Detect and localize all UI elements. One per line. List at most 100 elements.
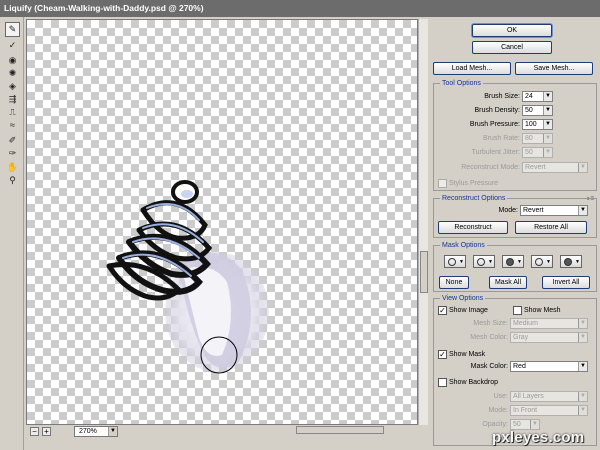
turbulent-jitter-label: Turbulent Jitter:: [471, 149, 520, 156]
mesh-size-select: Medium ▼: [510, 318, 588, 329]
liquified-hand-image: [106, 180, 269, 374]
view-options-group: View Options ✓ Show Image Show Mesh Mesh…: [433, 294, 597, 446]
intersect-selection-button[interactable]: ▼: [531, 255, 553, 268]
show-mesh-label: Show Mesh: [524, 307, 561, 314]
forward-warp-icon[interactable]: ✎: [5, 22, 20, 37]
reconstruct-options-group: Reconstruct Options Mode: Revert ▼ Recons…: [433, 194, 597, 238]
mesh-size-label: Mesh Size:: [473, 320, 508, 327]
window-title: Liquify (Cheam-Walking-with-Daddy.psd @ …: [0, 0, 600, 17]
chevron-down-icon[interactable]: ▼: [543, 106, 552, 115]
chevron-down-icon: ▼: [578, 392, 587, 401]
tool-options-group: Tool Options Brush Size: 24 ▼ Brush Densi…: [433, 79, 597, 191]
push-left-icon[interactable]: ⇶: [6, 93, 19, 106]
zoom-select[interactable]: 270% ▼: [74, 426, 118, 437]
mask-options-group: Mask Options None Mask All Invert All: [433, 241, 597, 292]
watermark: pxleyes.com: [492, 429, 585, 446]
zoom-icon[interactable]: ⚲: [6, 174, 19, 187]
tool-strip: ✎ ✓ ◉ ✺ ◈ ⇶ ⎍ ≈ ✐ ✑ ✋ ⚲: [0, 17, 24, 450]
backdrop-mode-label: Mode:: [488, 407, 508, 414]
thaw-mask-icon[interactable]: ✑: [6, 147, 19, 160]
invert-selection-icon: [564, 258, 572, 266]
stylus-pressure-checkbox: [438, 179, 447, 188]
brush-size-label: Brush Size:: [484, 93, 520, 100]
add-to-selection-button[interactable]: ▼: [473, 255, 495, 268]
freeze-mask-icon[interactable]: ✐: [6, 134, 19, 147]
load-mesh-button[interactable]: Load Mesh...: [433, 62, 511, 75]
reconstruct-button[interactable]: Reconstruct: [438, 221, 508, 234]
turbulent-jitter-field: 50 ▼: [522, 147, 553, 158]
show-backdrop-label: Show Backdrop: [449, 379, 499, 386]
ok-button[interactable]: OK: [472, 24, 552, 37]
turbulence-icon[interactable]: ≈: [6, 119, 19, 132]
subtract-from-selection-button[interactable]: ▼: [502, 255, 524, 268]
preview-canvas[interactable]: [26, 19, 418, 425]
chevron-down-icon[interactable]: ▼: [543, 120, 552, 129]
chevron-down-icon: ▼: [578, 163, 587, 172]
chevron-down-icon[interactable]: ▼: [578, 206, 587, 215]
mask-color-label: Mask Color:: [470, 363, 508, 370]
chevron-down-icon: ▼: [459, 259, 464, 265]
reconstruct-mode-label: Mode:: [498, 207, 518, 214]
vertical-scroll-thumb[interactable]: [420, 251, 428, 293]
invert-selection-button[interactable]: ▼: [560, 255, 582, 268]
chevron-down-icon: ▼: [578, 406, 587, 415]
chevron-down-icon: ▼: [575, 259, 580, 265]
reconstruct-icon[interactable]: ✓: [6, 39, 19, 52]
pucker-icon[interactable]: ✺: [6, 67, 19, 80]
chevron-down-icon: ▼: [578, 319, 587, 328]
chevron-down-icon: ▼: [108, 427, 117, 436]
use-label: Use:: [493, 393, 508, 400]
mesh-color-label: Mesh Color:: [470, 334, 508, 341]
hand-icon[interactable]: ✋: [6, 161, 19, 174]
mirror-icon[interactable]: ⎍: [6, 106, 19, 119]
chevron-down-icon[interactable]: ▼: [543, 92, 552, 101]
show-mask-checkbox[interactable]: ✓: [438, 350, 447, 359]
brush-size-field[interactable]: 24 ▼: [522, 91, 553, 102]
chevron-down-icon: ▼: [546, 259, 551, 265]
brush-rate-field: 80 ▼: [522, 133, 553, 144]
show-image-checkbox[interactable]: ✓: [438, 306, 447, 315]
show-mesh-checkbox[interactable]: [513, 306, 522, 315]
brush-pressure-field[interactable]: 100 ▼: [522, 119, 553, 130]
restore-all-button[interactable]: Restore All: [515, 221, 587, 234]
brush-rate-label: Brush Rate:: [483, 135, 520, 142]
brush-pressure-label: Brush Pressure:: [469, 121, 520, 128]
reconstruct-mode-label: Reconstruct Mode:: [461, 164, 520, 171]
add-to-selection-icon: [477, 258, 485, 266]
vertical-scrollbar[interactable]: [418, 19, 428, 425]
mesh-color-select: Gray ▼: [510, 332, 588, 343]
cancel-button[interactable]: Cancel: [472, 41, 552, 54]
brush-density-field[interactable]: 50 ▼: [522, 105, 553, 116]
replace-selection-button[interactable]: ▼: [444, 255, 466, 268]
bloat-icon[interactable]: ◈: [6, 80, 19, 93]
save-mesh-button[interactable]: Save Mesh...: [515, 62, 593, 75]
mask-color-select[interactable]: Red ▼: [510, 361, 588, 372]
brush-density-label: Brush Density:: [474, 107, 520, 114]
twirl-icon[interactable]: ◉: [6, 54, 19, 67]
reconstruct-options-title: Reconstruct Options: [440, 194, 508, 203]
chevron-down-icon: ▼: [530, 420, 539, 429]
reconstruct-mode-select: Revert ▼: [522, 162, 588, 173]
subtract-from-selection-icon: [506, 258, 514, 266]
use-select: All Layers ▼: [510, 391, 588, 402]
show-backdrop-checkbox[interactable]: [438, 378, 447, 387]
zoom-in-button[interactable]: +: [42, 427, 51, 436]
invert-all-button[interactable]: Invert All: [542, 276, 590, 289]
show-image-label: Show Image: [449, 307, 488, 314]
options-panel: OK Cancel Load Mesh... Save Mesh... Tool…: [430, 17, 600, 450]
stylus-pressure-label: Stylus Pressure: [449, 180, 499, 187]
mask-all-button[interactable]: Mask All: [489, 276, 527, 289]
zoom-out-button[interactable]: −: [30, 427, 39, 436]
mask-none-button[interactable]: None: [439, 276, 469, 289]
chevron-down-icon: ▼: [517, 259, 522, 265]
intersect-selection-icon: [535, 258, 543, 266]
replace-selection-icon: [448, 258, 456, 266]
view-options-title: View Options: [440, 294, 486, 303]
reconstruct-mode-select[interactable]: Revert ▼: [520, 205, 588, 216]
chevron-down-icon[interactable]: ▼: [578, 362, 587, 371]
mask-options-title: Mask Options: [440, 241, 487, 250]
backdrop-mode-select: In Front ▼: [510, 405, 588, 416]
chevron-down-icon: ▼: [488, 259, 493, 265]
chevron-down-icon: ▼: [543, 148, 552, 157]
chevron-down-icon: ▼: [543, 134, 552, 143]
